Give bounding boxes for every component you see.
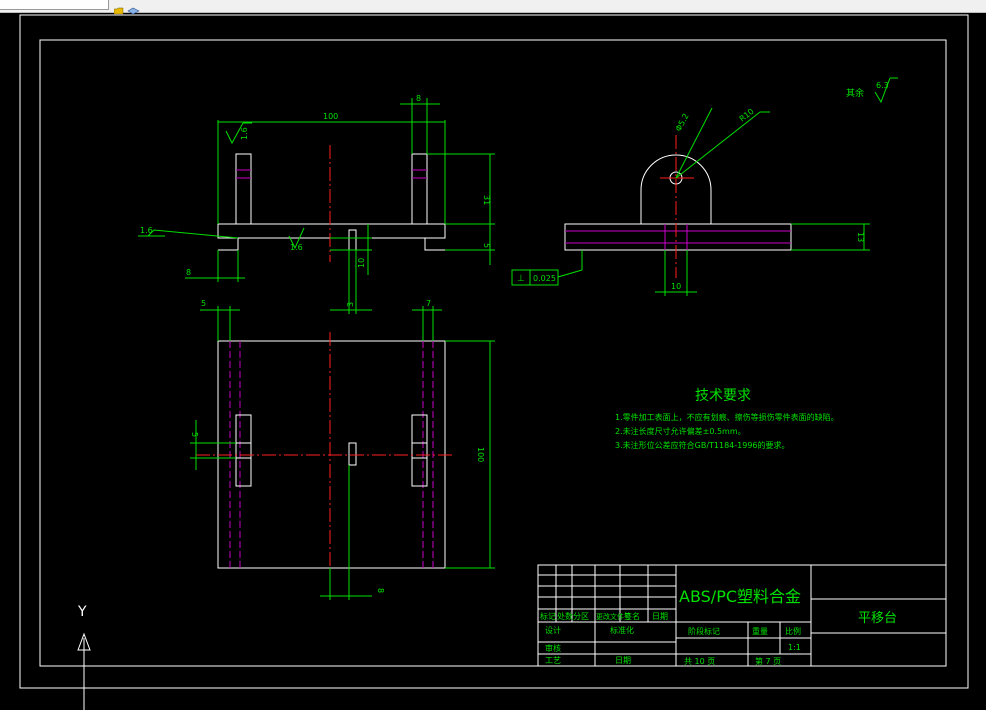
dim-bottom: 8 (376, 588, 385, 593)
dim-radius: R10 (738, 107, 756, 124)
tb-designer: 设计 (545, 625, 561, 635)
tolerance-value: 0.025 (533, 274, 556, 283)
dim-boss: 10 (671, 282, 681, 291)
roughness-c: 1.6 (290, 243, 303, 252)
tb-scale-value: 1:1 (788, 643, 801, 652)
dim-depth: 100 (476, 447, 485, 462)
ucs-icon: Y (77, 604, 91, 710)
side-base (564, 223, 792, 251)
right-slot (411, 414, 428, 487)
dim-hole: Φ5.2 (674, 112, 691, 133)
left-slot (235, 414, 252, 487)
tb-weight: 重量 (752, 626, 768, 636)
left-upright (235, 153, 252, 225)
tb-col-zone: 分区 (573, 612, 589, 621)
tb-scale-label: 比例 (785, 626, 801, 636)
dim-slot: 10 (357, 258, 366, 268)
drawing-outer-border (19, 14, 969, 689)
tb-total-sheets: 共 10 页 (684, 657, 715, 666)
dim-slot-plan: 5 (190, 432, 199, 437)
dim-width: 100 (323, 112, 338, 121)
dim-left-offset: 8 (186, 268, 191, 277)
tech-req-item-2: 2.未注长度尺寸允许偏差±0.5mm。 (615, 426, 746, 436)
tech-req-title: 技术要求 (695, 388, 751, 404)
tb-material: ABS/PC塑料合金 (679, 587, 801, 606)
dim-right: 7 (426, 299, 431, 308)
other-roughness-label: 其余 (846, 87, 864, 99)
dim-slot-width: 3 (346, 302, 355, 307)
dim-height: 31 (482, 195, 491, 205)
tb-part-name: 平移台 (858, 611, 897, 626)
tech-req-item-1: 1.零件加工表面上，不应有划痕、擦伤等损伤零件表面的缺陷。 (615, 412, 839, 422)
svg-text:⊥: ⊥ (517, 274, 525, 284)
tb-process: 工艺 (545, 656, 561, 665)
ucs-y-label: Y (77, 604, 87, 620)
front-view: 100 8 31 5 8 10 3 1.6 1.6 1.6 (138, 94, 495, 314)
tb-col-date: 日期 (652, 612, 668, 621)
title-block: 标记 处数 分区 更改文件号 签名 日期 设计 标准化 审核 工艺 日期 阶段标… (537, 564, 947, 667)
tb-col-sign: 签名 (624, 611, 640, 621)
tech-req-item-3: 3.未注形位公差应符合GB/T1184-1996的要求。 (615, 440, 790, 450)
right-upright (411, 153, 428, 225)
roughness-a: 1.6 (240, 127, 249, 140)
other-roughness-value: 6.3 (876, 81, 889, 90)
tb-col-count: 处数 (557, 611, 573, 621)
tb-review: 审核 (545, 643, 561, 653)
tb-col-mark: 标记 (540, 611, 556, 621)
technical-requirements: 技术要求 1.零件加工表面上，不应有划痕、擦伤等损伤零件表面的缺陷。 2.未注长… (615, 388, 839, 450)
tb-approve-date: 日期 (615, 656, 631, 665)
tb-standardize: 标准化 (610, 625, 634, 635)
tb-stage-mark: 阶段标记 (688, 626, 720, 636)
dim-left: 5 (201, 299, 206, 308)
tb-sheet-no: 第 7 页 (755, 656, 781, 666)
dim-base: 5 (482, 243, 491, 248)
dim-thickness: 13 (856, 232, 865, 242)
side-view: ⊥ 0.025 Φ5.2 R10 13 10 其余 6.3 (511, 77, 898, 296)
cad-drawing-canvas[interactable]: 100 8 31 5 8 10 3 1.6 1.6 1.6 ⊥ 0.025 Φ5… (0, 0, 986, 710)
dim-upright: 8 (416, 94, 421, 103)
center-slot (348, 229, 357, 251)
roughness-b: 1.6 (140, 226, 153, 235)
center-slot-plan (348, 442, 357, 466)
plan-view: 5 7 100 5 8 (190, 299, 495, 600)
base-plate (217, 223, 446, 251)
drawing-inner-border (39, 39, 947, 667)
